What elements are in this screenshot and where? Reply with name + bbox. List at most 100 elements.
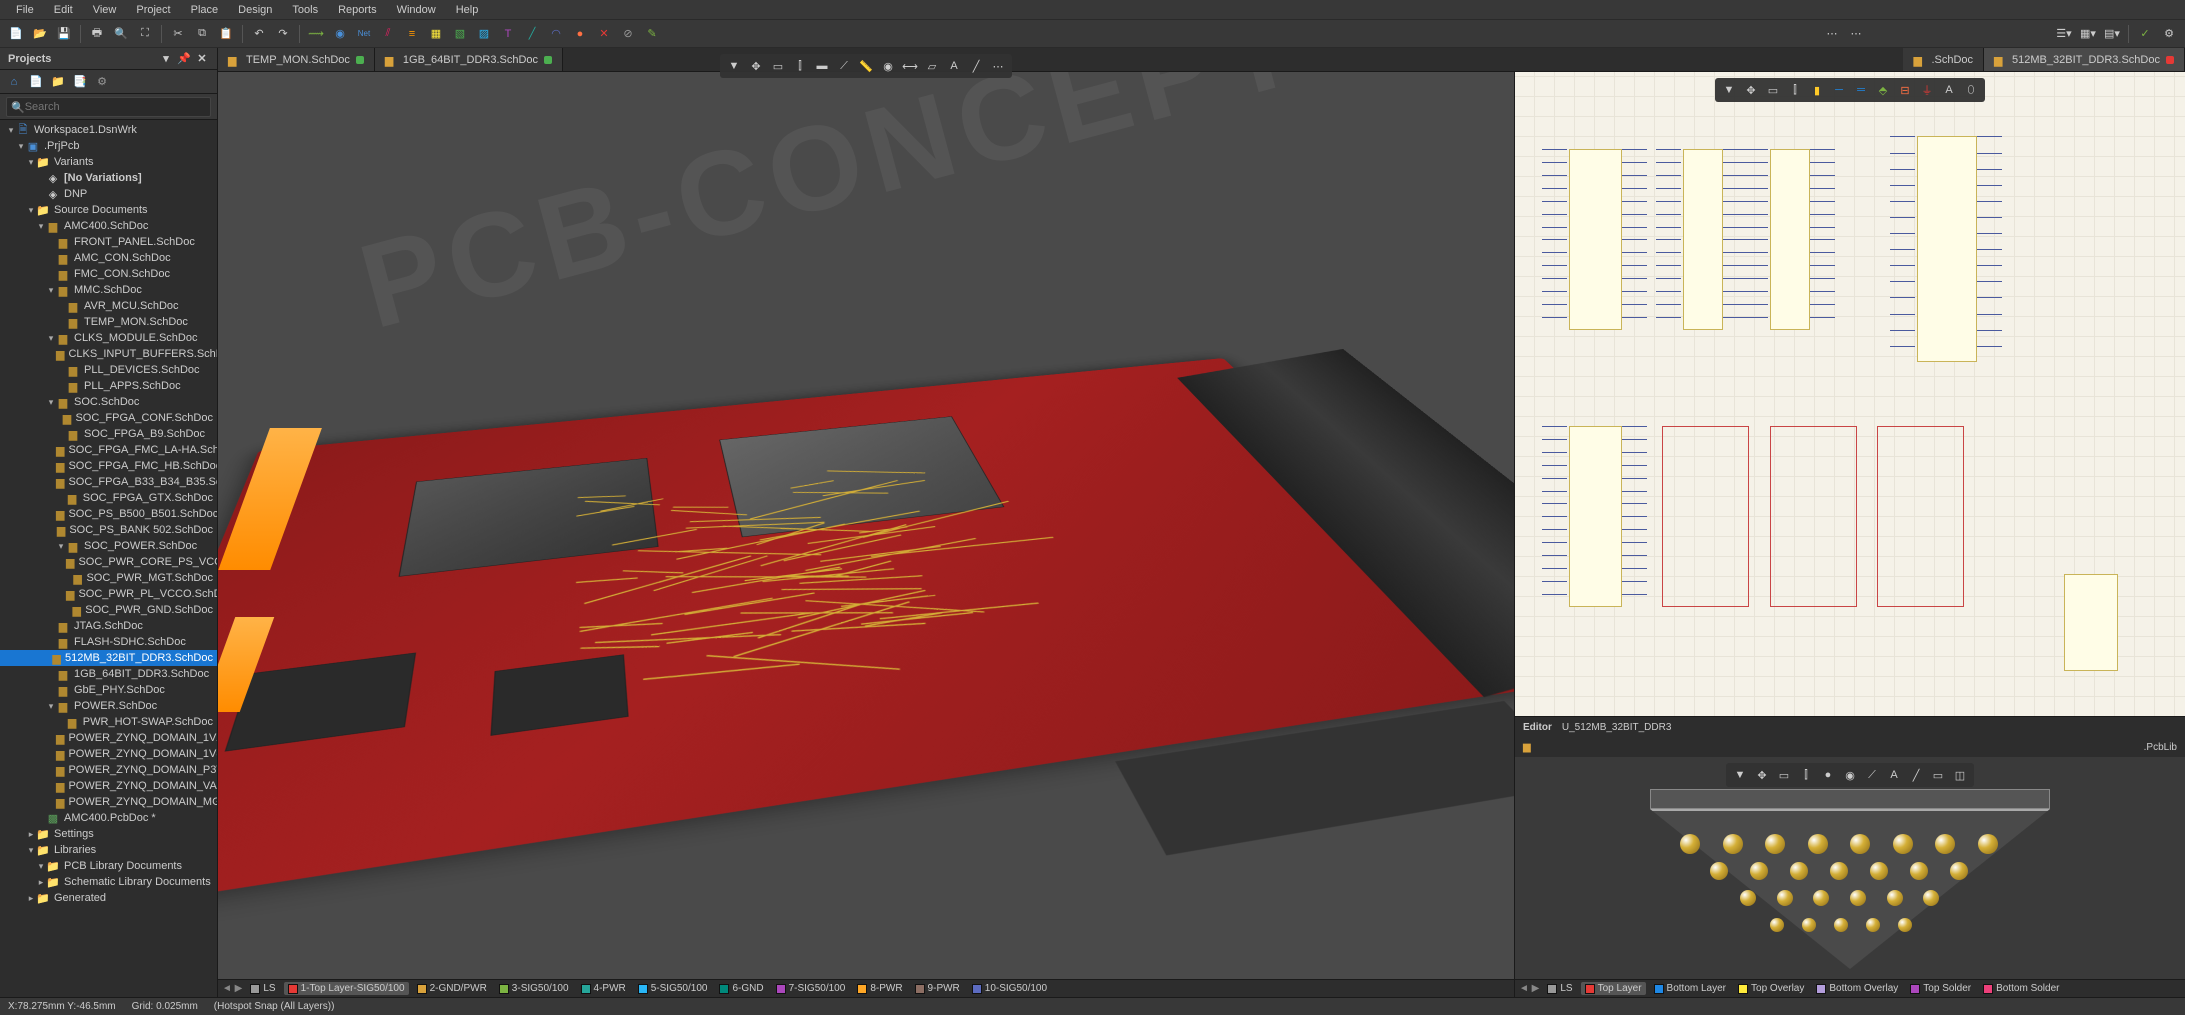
tree-item[interactable]: ▩AMC400.PcbDoc * bbox=[0, 810, 217, 826]
tree-item[interactable]: ▆PLL_APPS.SchDoc bbox=[0, 378, 217, 394]
pad-icon[interactable]: ● bbox=[570, 24, 590, 44]
tree-item[interactable]: ▾🗎Workspace1.DsnWrk bbox=[0, 122, 217, 138]
tree-item[interactable]: ▆SOC_FPGA_FMC_LA-HA.SchDoc bbox=[0, 442, 217, 458]
tree-item[interactable]: ▆GbE_PHY.SchDoc bbox=[0, 682, 217, 698]
tree-item[interactable]: ▾▆AMC400.SchDoc bbox=[0, 218, 217, 234]
menu-design[interactable]: Design bbox=[228, 2, 282, 18]
select-icon[interactable]: ▭ bbox=[768, 56, 788, 76]
menu-file[interactable]: File bbox=[6, 2, 44, 18]
more2-icon[interactable]: ⋯ bbox=[1846, 24, 1866, 44]
align-h-icon[interactable]: ▬ bbox=[812, 56, 832, 76]
pcblib-viewport[interactable]: ▼ ✥ ▭ ⫿ ● ◉ ⟋ A ╱ ▭ ◫ bbox=[1515, 757, 2185, 997]
options-icon[interactable]: ✎ bbox=[642, 24, 662, 44]
document-tab[interactable]: ▆TEMP_MON.SchDoc bbox=[218, 48, 375, 71]
grid-icon[interactable]: ▦▾ bbox=[2078, 24, 2098, 44]
view3d-icon[interactable]: ▤▾ bbox=[2102, 24, 2122, 44]
paste-icon[interactable]: 📋 bbox=[216, 24, 236, 44]
schematic-viewport[interactable]: ▼ ✥ ▭ ⫿ ▮ ─ ═ ⬘ ⊟ ⏚ A ⬯ bbox=[1515, 72, 2185, 717]
align-icon[interactable]: ≡ bbox=[402, 24, 422, 44]
cut-icon[interactable]: ✂ bbox=[168, 24, 188, 44]
tree-item[interactable]: ▆CLKS_INPUT_BUFFERS.SchDoc bbox=[0, 346, 217, 362]
tree-item[interactable]: ▾📁Variants bbox=[0, 154, 217, 170]
via-icon[interactable]: ◉ bbox=[330, 24, 350, 44]
menu-window[interactable]: Window bbox=[387, 2, 446, 18]
layer-tab[interactable]: Bottom Layer bbox=[1650, 982, 1730, 995]
text2-icon[interactable]: A bbox=[944, 56, 964, 76]
tree-item[interactable]: ▆SOC_PWR_PL_VCCO.SchDoc bbox=[0, 586, 217, 602]
pl-align-icon[interactable]: ⫿ bbox=[1796, 765, 1816, 785]
tree-item[interactable]: ▾▆SOC.SchDoc bbox=[0, 394, 217, 410]
tree-item[interactable]: ▾▆MMC.SchDoc bbox=[0, 282, 217, 298]
poly2-icon[interactable]: ▱ bbox=[922, 56, 942, 76]
sch-text-icon[interactable]: A bbox=[1939, 80, 1959, 100]
layer-tab[interactable]: LS bbox=[1543, 982, 1576, 995]
route-icon[interactable]: ⟿ bbox=[306, 24, 326, 44]
tree-item[interactable]: ▆SOC_PWR_CORE_PS_VCC0.SchDoc bbox=[0, 554, 217, 570]
layout-icon[interactable]: ☰▾ bbox=[2054, 24, 2074, 44]
layer-tab[interactable]: 7-SIG50/100 bbox=[772, 982, 850, 995]
tree-item[interactable]: ▾📁Source Documents bbox=[0, 202, 217, 218]
document-tab[interactable]: ▆512MB_32BIT_DDR3.SchDoc bbox=[1984, 48, 2185, 71]
tree-item[interactable]: ▸📁Schematic Library Documents bbox=[0, 874, 217, 890]
tree-item[interactable]: ▾▣.PrjPcb bbox=[0, 138, 217, 154]
tree-item[interactable]: ▆512MB_32BIT_DDR3.SchDoc bbox=[0, 650, 217, 666]
text-icon[interactable]: T bbox=[498, 24, 518, 44]
tree-item[interactable]: ▆SOC_FPGA_CONF.SchDoc bbox=[0, 410, 217, 426]
tree-item[interactable]: ▆SOC_FPGA_GTX.SchDoc bbox=[0, 490, 217, 506]
folder-icon[interactable]: 📁 bbox=[50, 74, 66, 90]
sch-sel-icon[interactable]: ▭ bbox=[1763, 80, 1783, 100]
layer-tab[interactable]: 8-PWR bbox=[853, 982, 906, 995]
line-icon[interactable]: ╱ bbox=[522, 24, 542, 44]
tree-item[interactable]: ◈[No Variations] bbox=[0, 170, 217, 186]
add-icon[interactable]: 📄 bbox=[28, 74, 44, 90]
more3-icon[interactable]: ⋯ bbox=[988, 56, 1008, 76]
tree-item[interactable]: ▾▆CLKS_MODULE.SchDoc bbox=[0, 330, 217, 346]
more-icon[interactable]: ⋯ bbox=[1822, 24, 1842, 44]
tree-item[interactable]: ▸📁Generated bbox=[0, 890, 217, 906]
diff-pair-icon[interactable]: ⫽ bbox=[378, 24, 398, 44]
pl-sel-icon[interactable]: ▭ bbox=[1774, 765, 1794, 785]
tree-item[interactable]: ▾📁PCB Library Documents bbox=[0, 858, 217, 874]
tree-item[interactable]: ▆JTAG.SchDoc bbox=[0, 618, 217, 634]
delete-icon[interactable]: ✕ bbox=[594, 24, 614, 44]
measure-icon[interactable]: 📏 bbox=[856, 56, 876, 76]
poly-icon[interactable]: ▦ bbox=[426, 24, 446, 44]
tree-item[interactable]: ▆TEMP_MON.SchDoc bbox=[0, 314, 217, 330]
tree-item[interactable]: ▆SOC_PS_B500_B501.SchDoc bbox=[0, 506, 217, 522]
tree-item[interactable]: ▆POWER_ZYNQ_DOMAIN_MGT.SchDoc bbox=[0, 794, 217, 810]
tree-item[interactable]: ▆SOC_PWR_MGT.SchDoc bbox=[0, 570, 217, 586]
new-icon[interactable]: 📄 bbox=[6, 24, 26, 44]
sch-pwr-icon[interactable]: ⏚ bbox=[1917, 80, 1937, 100]
pl-track-icon[interactable]: ⟋ bbox=[1862, 765, 1882, 785]
copy-icon[interactable]: ⧉ bbox=[192, 24, 212, 44]
tree-item[interactable]: ▆AMC_CON.SchDoc bbox=[0, 250, 217, 266]
pl-pad-icon[interactable]: ● bbox=[1818, 765, 1838, 785]
menu-tools[interactable]: Tools bbox=[282, 2, 328, 18]
document-tab[interactable]: ▆.SchDoc bbox=[1903, 48, 1984, 71]
layer-tab[interactable]: 6-GND bbox=[715, 982, 767, 995]
layer-tab[interactable]: Bottom Solder bbox=[1979, 982, 2063, 995]
menu-edit[interactable]: Edit bbox=[44, 2, 83, 18]
sch-bus-icon[interactable]: ═ bbox=[1851, 80, 1871, 100]
sch-line-icon[interactable]: ⬯ bbox=[1961, 80, 1981, 100]
undo-icon[interactable]: ↶ bbox=[249, 24, 269, 44]
via2-icon[interactable]: ◉ bbox=[878, 56, 898, 76]
pcb-3d-viewport[interactable]: PCB-CONCEPT PCB-CONCEPT ▼ ✥ ▭ ⫿ ▬ ⟋ 📏 ◉ … bbox=[218, 48, 1515, 997]
align-v-icon[interactable]: ⫿ bbox=[790, 56, 810, 76]
tree-item[interactable]: ▆AVR_MCU.SchDoc bbox=[0, 298, 217, 314]
tree-item[interactable]: ▆POWER_ZYNQ_DOMAIN_1V8Z.SchDoc bbox=[0, 746, 217, 762]
line2-icon[interactable]: ╱ bbox=[966, 56, 986, 76]
layer-tab[interactable]: 1-Top Layer-SIG50/100 bbox=[284, 982, 409, 995]
move-icon[interactable]: ✥ bbox=[746, 56, 766, 76]
print-icon[interactable]: 🖶 bbox=[87, 24, 107, 44]
layer-tab[interactable]: 5-SIG50/100 bbox=[634, 982, 712, 995]
search-input[interactable]: 🔍 bbox=[6, 97, 211, 117]
tree-item[interactable]: ▆SOC_FPGA_B33_B34_B35.SchDoc bbox=[0, 474, 217, 490]
tree-item[interactable]: ▾📁Libraries bbox=[0, 842, 217, 858]
panel-dropdown-icon[interactable]: ▾ bbox=[159, 52, 173, 66]
pl-move-icon[interactable]: ✥ bbox=[1752, 765, 1772, 785]
layer-tab[interactable]: 9-PWR bbox=[911, 982, 964, 995]
document-tab[interactable]: ▆1GB_64BIT_DDR3.SchDoc bbox=[375, 48, 563, 71]
pl-rect-icon[interactable]: ▭ bbox=[1928, 765, 1948, 785]
preview-icon[interactable]: 🔍 bbox=[111, 24, 131, 44]
